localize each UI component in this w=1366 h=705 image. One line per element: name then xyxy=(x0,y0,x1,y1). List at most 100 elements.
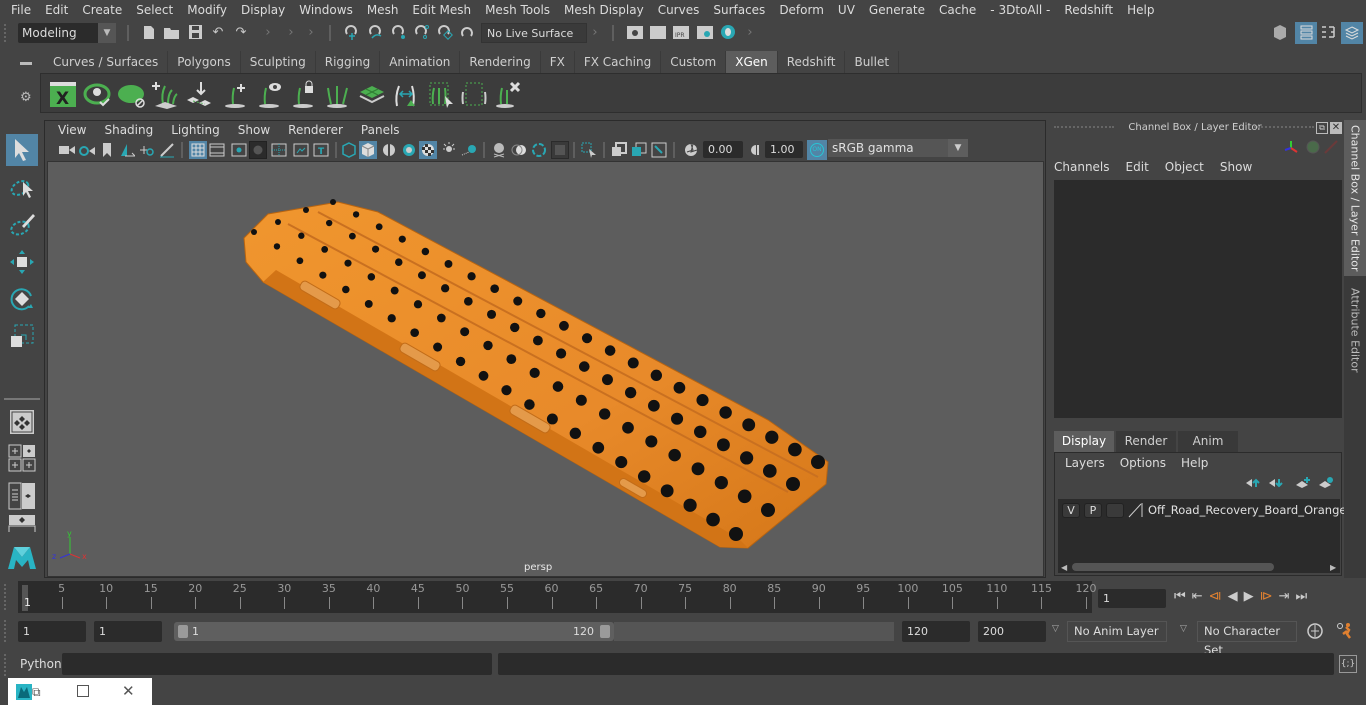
script-editor-icon[interactable]: {;} xyxy=(1339,655,1357,673)
xray-checker-icon[interactable] xyxy=(419,141,437,159)
speed-display-icon[interactable] xyxy=(1306,140,1320,157)
color-management-toggle-icon[interactable]: ON xyxy=(807,140,827,160)
2d-pan-zoom-icon[interactable] xyxy=(139,142,155,158)
menu-cache[interactable]: Cache xyxy=(932,3,983,17)
select-tool-icon[interactable] xyxy=(6,134,38,166)
move-layer-down-icon[interactable] xyxy=(1268,477,1284,492)
xgen-guide-length-icon[interactable] xyxy=(391,80,421,110)
viewport-menu-lighting[interactable]: Lighting xyxy=(162,123,229,137)
range-grip[interactable] xyxy=(4,620,10,642)
menu-modify[interactable]: Modify xyxy=(180,3,234,17)
tab-display[interactable]: Display xyxy=(1054,431,1114,452)
grid-toggle-icon[interactable] xyxy=(189,141,207,159)
scroll-right-icon[interactable]: ▶ xyxy=(1330,563,1336,572)
render-sequence-icon[interactable] xyxy=(650,24,666,40)
status-line-grip[interactable] xyxy=(4,24,10,42)
viewport-menu-panels[interactable]: Panels xyxy=(352,123,409,137)
collapse-arrow-icon[interactable]: › xyxy=(283,24,299,40)
play-backward-icon[interactable]: ◀ xyxy=(1228,589,1238,604)
film-gate-icon[interactable] xyxy=(209,142,225,158)
close-window-icon[interactable]: ✕ xyxy=(122,682,135,700)
playback-end-field[interactable]: 120 xyxy=(902,621,970,642)
viewport-menu-shading[interactable]: Shading xyxy=(95,123,162,137)
render-current-frame-icon[interactable] xyxy=(627,24,643,40)
undo-icon[interactable]: ↶ xyxy=(210,24,226,40)
layer-color-swatch-icon[interactable] xyxy=(1128,502,1144,518)
lasso-tool-icon[interactable] xyxy=(6,172,38,204)
paint-select-tool-icon[interactable] xyxy=(6,209,38,241)
play-forward-icon[interactable]: ▶ xyxy=(1244,589,1254,604)
safe-action-icon[interactable] xyxy=(293,142,309,158)
make-live-icon[interactable] xyxy=(437,24,453,40)
xgen-select-guides-icon[interactable] xyxy=(425,80,455,110)
resolution-gate-icon[interactable] xyxy=(231,142,247,158)
multisample-aa-icon[interactable] xyxy=(531,142,547,158)
rotate-tool-icon[interactable] xyxy=(6,283,38,315)
four-view-layout-icon[interactable] xyxy=(6,442,38,474)
manipulator-axis-icon[interactable] xyxy=(1284,140,1300,159)
xgen-lock-guides-icon[interactable] xyxy=(289,80,319,110)
select-camera-icon[interactable] xyxy=(59,142,75,158)
scrollbar-thumb[interactable] xyxy=(1072,563,1274,571)
layer-visibility-toggle[interactable]: V xyxy=(1062,502,1080,518)
range-end-handle[interactable] xyxy=(600,625,610,638)
menu-surfaces[interactable]: Surfaces xyxy=(706,3,772,17)
single-perspective-layout-icon[interactable] xyxy=(6,406,38,438)
xgen-add-guides-icon[interactable] xyxy=(151,80,181,110)
layer-menu-layers[interactable]: Layers xyxy=(1065,456,1105,470)
step-back-frame-icon[interactable]: ⧏ xyxy=(1209,589,1222,604)
channel-box-menu-edit[interactable]: Edit xyxy=(1126,160,1149,174)
xray-icon[interactable] xyxy=(611,142,627,158)
persp-graph-layout-icon[interactable] xyxy=(6,514,38,532)
animation-end-field[interactable]: 200 xyxy=(978,621,1046,642)
time-slider[interactable]: 1 5 10 15 20 25 30 35 40 45 50 55 60 65 70 75 80 85 90 95 1… xyxy=(18,581,1097,613)
tab-render[interactable]: Render xyxy=(1116,431,1176,452)
modeling-toolkit-icon[interactable] xyxy=(1272,24,1288,40)
safe-title-icon[interactable]: T xyxy=(313,142,329,158)
restore-window-icon[interactable]: ⧉ xyxy=(32,685,41,700)
close-panel-icon[interactable]: ✕ xyxy=(1330,122,1342,134)
snap-to-grid-icon[interactable] xyxy=(344,24,360,40)
shelf-tab-fx-caching[interactable]: FX Caching xyxy=(574,51,662,73)
go-to-start-icon[interactable]: ⏮ xyxy=(1174,589,1186,604)
collapse-arrow-icon[interactable]: › xyxy=(587,24,603,40)
xgen-guide-split-icon[interactable] xyxy=(323,80,353,110)
grease-pencil-icon[interactable] xyxy=(159,142,175,158)
animation-preferences-icon[interactable] xyxy=(1336,622,1354,643)
menu-create[interactable]: Create xyxy=(75,3,129,17)
menu-redshift[interactable]: Redshift xyxy=(1057,3,1120,17)
menu-help[interactable]: Help xyxy=(1120,3,1161,17)
shelf-tab-animation[interactable]: Animation xyxy=(380,51,461,73)
shelf-tab-bullet[interactable]: Bullet xyxy=(845,51,900,73)
menu-set-dropdown[interactable]: Modeling ▼ xyxy=(18,23,116,43)
channel-box-menu-channels[interactable]: Channels xyxy=(1054,160,1110,174)
viewport-menu-renderer[interactable]: Renderer xyxy=(279,123,352,137)
playback-start-field[interactable]: 1 xyxy=(94,621,162,642)
xgen-place-guides-icon[interactable] xyxy=(185,80,215,110)
scale-tool-icon[interactable] xyxy=(6,320,38,352)
move-tool-icon[interactable] xyxy=(6,246,38,278)
maximize-window-icon[interactable] xyxy=(77,685,89,697)
menu-generate[interactable]: Generate xyxy=(862,3,932,17)
layer-row[interactable]: V P Off_Road_Recovery_Board_Orange_0 xyxy=(1058,502,1360,518)
shadows-icon[interactable] xyxy=(461,142,477,158)
shelf-tab-fx[interactable]: FX xyxy=(540,51,575,73)
wireframe-on-shaded-icon[interactable] xyxy=(381,142,397,158)
tool-settings-toggle-icon[interactable] xyxy=(1320,24,1336,40)
go-to-end-icon[interactable]: ⏭ xyxy=(1296,589,1308,604)
ipr-render-icon[interactable]: IPR xyxy=(673,24,689,40)
layer-display-type-toggle[interactable] xyxy=(1106,502,1124,518)
wireframe-shading-icon[interactable] xyxy=(341,142,357,158)
depth-of-field-icon[interactable] xyxy=(551,141,569,159)
channel-box-toggle-icon[interactable] xyxy=(1341,22,1363,44)
anim-layer-chevron-icon[interactable]: ▽ xyxy=(1052,624,1059,634)
new-layer-selected-icon[interactable] xyxy=(1318,477,1334,492)
tab-anim[interactable]: Anim xyxy=(1178,431,1238,452)
scroll-left-icon[interactable]: ◀ xyxy=(1061,563,1067,572)
menu-mesh[interactable]: Mesh xyxy=(360,3,406,17)
xgen-hide-icon[interactable] xyxy=(117,80,147,110)
xgen-description-editor-icon[interactable]: X xyxy=(49,80,79,110)
shelf-tab-xgen[interactable]: XGen xyxy=(726,51,778,73)
side-tab-attribute-editor[interactable]: Attribute Editor xyxy=(1344,280,1366,380)
snap-magnet-icon[interactable] xyxy=(460,24,476,40)
